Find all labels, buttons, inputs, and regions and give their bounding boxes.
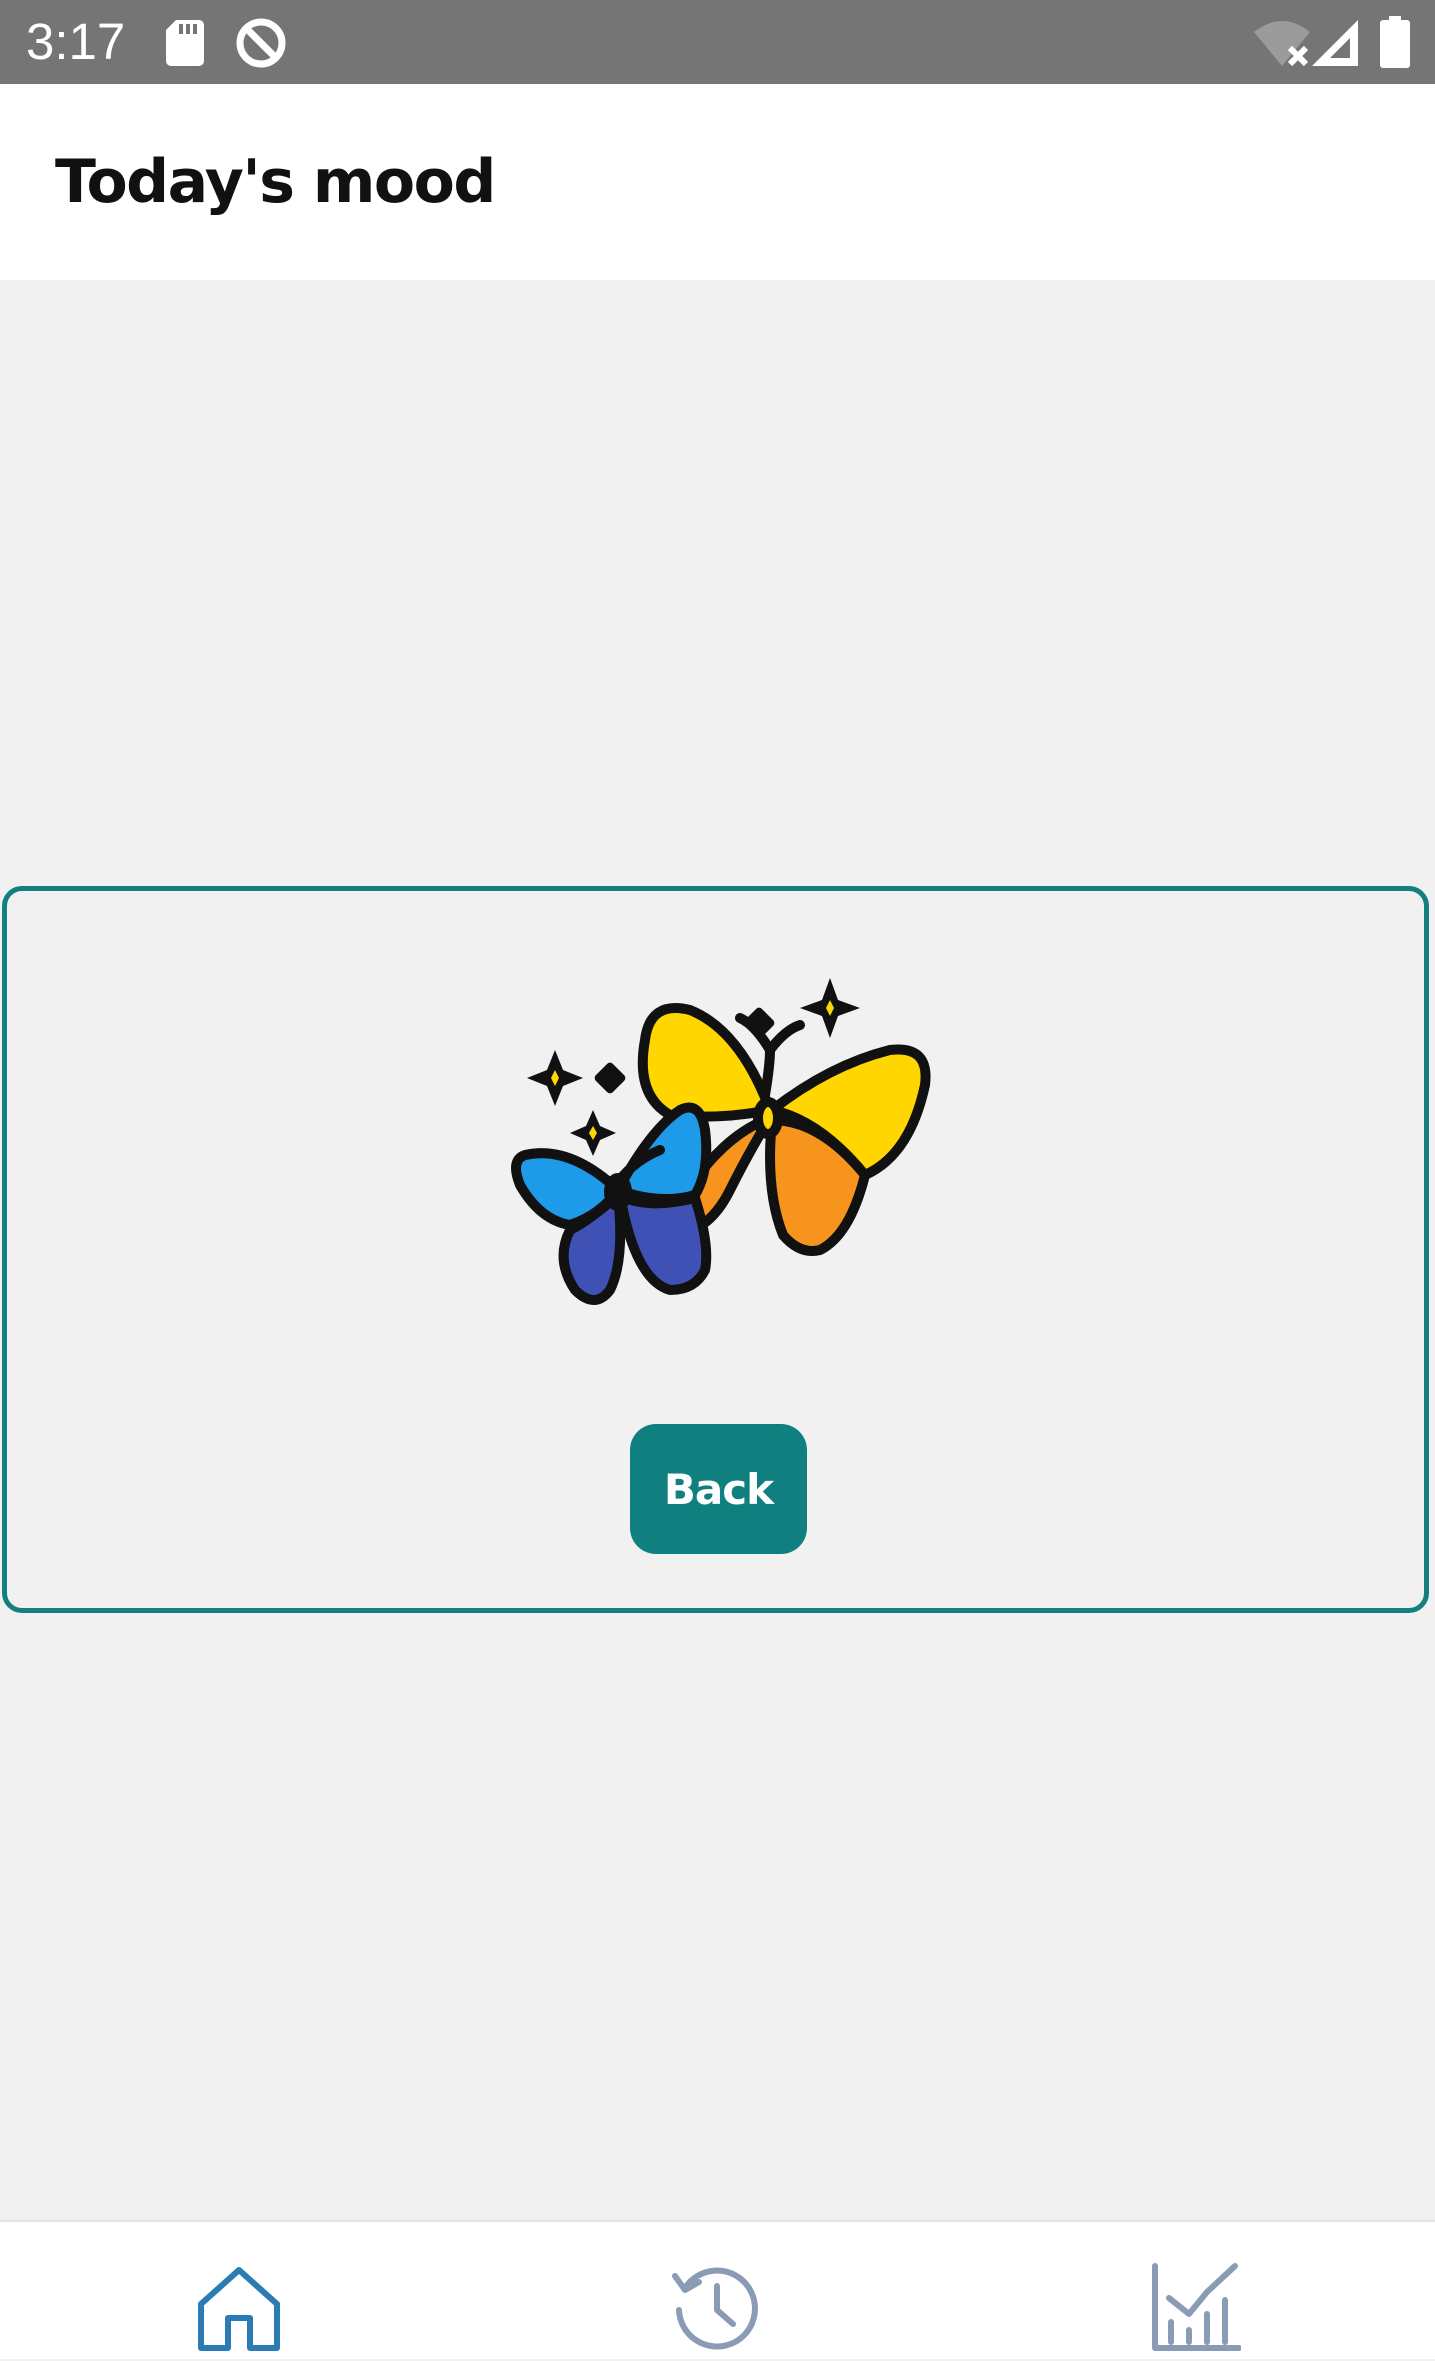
back-button[interactable]: Back: [630, 1424, 807, 1554]
sd-card-icon: [166, 20, 204, 66]
nav-item-stats[interactable]: [956, 2222, 1434, 2361]
status-bar: 3:17: [0, 0, 1435, 84]
bottom-nav: [0, 2220, 1435, 2359]
history-icon: [672, 2267, 758, 2350]
status-time: 3:17: [26, 13, 126, 70]
data-saver-icon: [236, 18, 286, 68]
nav-item-home[interactable]: [0, 2222, 478, 2361]
butterflies-icon: [511, 978, 931, 1305]
battery-icon: [1380, 16, 1410, 68]
app-bar: Today's mood: [0, 84, 1435, 280]
page-title: Today's mood: [55, 147, 496, 217]
stats-chart-icon: [1152, 2263, 1241, 2351]
signal-icon: [1312, 20, 1358, 66]
wifi-off-icon: [1254, 21, 1310, 67]
nav-item-history[interactable]: [478, 2222, 956, 2361]
home-icon: [198, 2267, 280, 2351]
